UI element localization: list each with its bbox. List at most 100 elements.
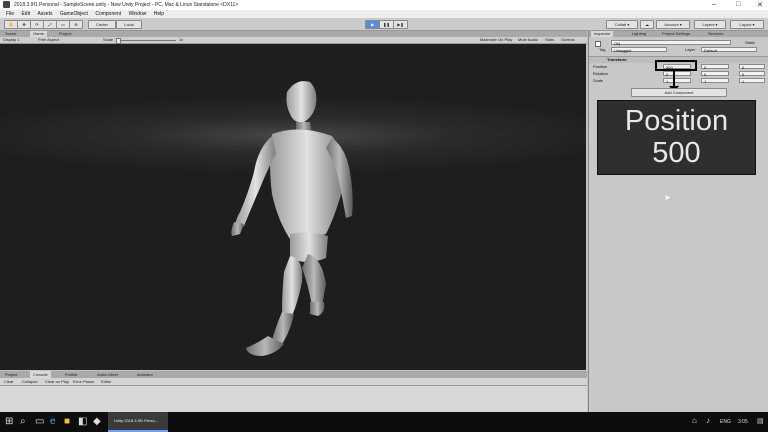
console-log-area[interactable]: [0, 386, 587, 412]
scale-label-row: Scale: [593, 78, 604, 83]
scale-x-field[interactable]: 1: [663, 78, 691, 84]
account-dropdown[interactable]: Account ▾: [656, 20, 690, 29]
cloud-icon[interactable]: ☁: [640, 20, 654, 29]
display-dropdown[interactable]: Display 1: [3, 37, 19, 43]
menu-component[interactable]: Component: [95, 10, 121, 18]
layout-dropdown[interactable]: Layout ▾: [730, 20, 764, 29]
console-toolbar: Clear Collapse Clear on Play Error Pause…: [0, 378, 587, 386]
rotation-x-field[interactable]: 0: [663, 71, 691, 77]
callout-line1: Position: [624, 105, 729, 137]
pause-button[interactable]: ❚❚: [379, 20, 394, 29]
tab-animator[interactable]: Animator: [134, 371, 156, 378]
tab-console[interactable]: Console: [30, 371, 51, 378]
folder-icon[interactable]: ■: [64, 416, 70, 427]
menu-help[interactable]: Help: [154, 10, 164, 18]
scale-y-field[interactable]: 1: [701, 78, 729, 84]
notification-icon[interactable]: ▤: [757, 417, 764, 425]
main-toolbar: ✋ ✥ ⟳ ⤢ ▭ ⊕ Center Local ▶ ❚❚ ▶❚ Collab …: [0, 18, 768, 31]
menu-window[interactable]: Window: [129, 10, 147, 18]
mouse-cursor-icon: ➤: [664, 193, 671, 202]
position-z-field[interactable]: 0: [739, 64, 765, 70]
close-button[interactable]: ✕: [757, 1, 763, 9]
position-label: Position: [593, 64, 608, 69]
menu-assets[interactable]: Assets: [37, 10, 52, 18]
console-collapse-button[interactable]: Collapse: [22, 378, 38, 385]
transform-title: Transform: [607, 57, 627, 62]
menu-gameobject[interactable]: GameObject: [60, 10, 88, 18]
step-button[interactable]: ▶❚: [393, 20, 408, 29]
tag-label: Tag: [599, 47, 606, 52]
network-icon[interactable]: ⌂: [692, 416, 697, 425]
console-editor-dropdown[interactable]: Editor: [101, 378, 111, 385]
pivot-center-toggle[interactable]: Center: [88, 20, 116, 29]
rotation-label: Rotation: [593, 71, 608, 76]
add-component-button[interactable]: Add Component: [631, 88, 727, 97]
tab-project-bottom[interactable]: Project: [2, 371, 20, 378]
pivot-local-toggle[interactable]: Local: [116, 20, 142, 29]
minimize-button[interactable]: –: [712, 1, 716, 8]
windows-start-icon[interactable]: ⊞: [5, 416, 13, 427]
maximize-on-play-toggle[interactable]: Maximize On Play: [480, 37, 512, 43]
rotation-y-field[interactable]: 0: [701, 71, 729, 77]
mute-audio-toggle[interactable]: Mute Audio: [518, 37, 538, 43]
search-icon[interactable]: ⌕: [20, 416, 26, 427]
window-titlebar: 2018.3.9f1 Personal - SampleScene.unity …: [0, 0, 768, 10]
menu-bar: File Edit Assets GameObject Component Wi…: [0, 10, 768, 18]
collab-dropdown[interactable]: Collab ▾: [606, 20, 638, 29]
clock[interactable]: 3:05: [738, 419, 748, 425]
rect-tool-icon[interactable]: ▭: [56, 20, 70, 29]
console-error-pause-button[interactable]: Error Pause: [73, 378, 94, 385]
transform-tool-icon[interactable]: ⊕: [69, 20, 83, 29]
store-icon[interactable]: ◧: [78, 416, 87, 427]
position-y-field[interactable]: 0: [701, 64, 729, 70]
volume-icon[interactable]: ♪: [706, 416, 710, 425]
stats-toggle[interactable]: Stats: [545, 37, 554, 43]
layer-dropdown[interactable]: Default: [701, 47, 757, 53]
layer-label: Layer: [685, 47, 696, 52]
gizmos-dropdown[interactable]: Gizmos: [561, 37, 575, 43]
scale-value: 1x: [179, 37, 184, 42]
object-name-field[interactable]: Obj: [611, 40, 731, 46]
unity-taskbar-icon[interactable]: ◆: [93, 416, 101, 427]
move-tool-icon[interactable]: ✥: [17, 20, 31, 29]
menu-file[interactable]: File: [6, 10, 14, 18]
tab-audio-mixer[interactable]: Audio Mixer: [94, 371, 121, 378]
play-button[interactable]: ▶: [365, 20, 380, 29]
tab-inspector[interactable]: Inspector: [591, 31, 614, 37]
scale-z-field[interactable]: 1: [739, 78, 765, 84]
task-view-icon[interactable]: ▭: [35, 416, 44, 427]
scale-tool-icon[interactable]: ⤢: [43, 20, 57, 29]
maximize-button[interactable]: □: [736, 1, 740, 8]
inspector-panel: Inspector Lighting Project Settings Serv…: [588, 31, 768, 412]
console-clear-on-play-button[interactable]: Clear on Play: [45, 378, 69, 385]
language-indicator[interactable]: ENG: [720, 419, 731, 425]
callout-line2: 500: [652, 137, 701, 169]
game-view-bar: Display 1 Free Aspect Scale 1x Maximize …: [0, 37, 587, 44]
rotate-tool-icon[interactable]: ⟳: [30, 20, 44, 29]
tag-dropdown[interactable]: Untagged: [611, 47, 667, 53]
game-viewport[interactable]: [0, 44, 586, 370]
taskbar-unity-item[interactable]: Unity 2018.3.9f1 Perso...: [108, 412, 168, 432]
scale-slider[interactable]: [116, 39, 176, 41]
windows-taskbar: ⊞ ⌕ ▭ e ■ ◧ ◆ Unity 2018.3.9f1 Perso... …: [0, 412, 768, 432]
console-clear-button[interactable]: Clear: [4, 378, 14, 385]
tab-services[interactable]: Services: [705, 31, 726, 37]
character-model: [231, 81, 353, 356]
console-tabs: Project Console Profiler Audio Mixer Ani…: [0, 371, 587, 378]
tab-project-settings[interactable]: Project Settings: [659, 31, 693, 37]
aspect-dropdown[interactable]: Free Aspect: [38, 37, 59, 43]
inspector-tabs: Inspector Lighting Project Settings Serv…: [589, 31, 768, 37]
tab-lighting[interactable]: Lighting: [629, 31, 649, 37]
edge-icon[interactable]: e: [50, 416, 56, 427]
hand-tool-icon[interactable]: ✋: [4, 20, 18, 29]
position-highlight-box: [655, 60, 697, 71]
tab-profiler[interactable]: Profiler: [62, 371, 81, 378]
static-label[interactable]: Static: [745, 40, 755, 45]
unity-logo-icon: [3, 1, 10, 8]
menu-edit[interactable]: Edit: [21, 10, 30, 18]
rotation-z-field[interactable]: 0: [739, 71, 765, 77]
position-callout: Position 500: [597, 100, 756, 175]
scale-label: Scale: [103, 37, 114, 42]
layers-dropdown[interactable]: Layers ▾: [694, 20, 726, 29]
window-title: 2018.3.9f1 Personal - SampleScene.unity …: [14, 2, 239, 8]
